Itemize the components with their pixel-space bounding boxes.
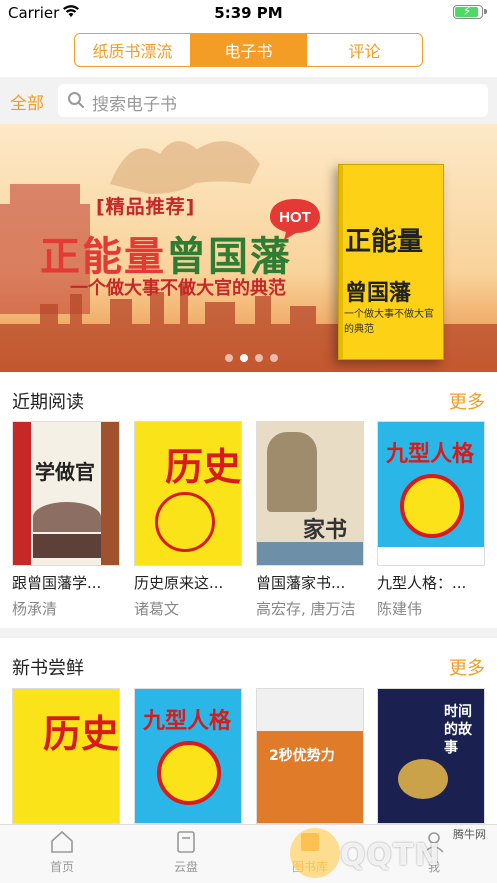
all-category-button[interactable]: 全部 bbox=[10, 89, 44, 114]
section-divider bbox=[0, 628, 497, 638]
book-card[interactable]: 家书 曾国藩家书... 高宏存, 唐万洁 bbox=[256, 421, 364, 619]
segmented-control: 纸质书漂流 电子书 评论 bbox=[74, 33, 423, 67]
book-cover: 九型人格 bbox=[134, 688, 242, 824]
search-input[interactable]: 搜索电子书 bbox=[58, 84, 488, 117]
segment-reviews[interactable]: 评论 bbox=[307, 34, 422, 66]
tab-cloud-disk[interactable]: 云盘 bbox=[146, 829, 226, 875]
book-title: 跟曾国藩学... bbox=[12, 574, 102, 592]
watermark-brand: QQTN bbox=[340, 838, 441, 873]
segment-ebooks[interactable]: 电子书 bbox=[191, 34, 307, 66]
watermark-site: 腾牛网 bbox=[453, 828, 486, 841]
battery-icon: ⚡ bbox=[453, 4, 487, 19]
page-dot[interactable] bbox=[255, 354, 263, 362]
search-row: 全部 搜索电子书 bbox=[0, 77, 497, 124]
cloud-disk-icon bbox=[177, 831, 195, 853]
book-card[interactable]: 历史 历史原来这... 诸葛文 bbox=[134, 421, 242, 619]
book-author: 高宏存, 唐万洁 bbox=[256, 600, 356, 618]
book-cover: 2秒优势力 bbox=[256, 688, 364, 824]
banner-subtitle: 一个做大事不做大官的典范 bbox=[70, 278, 286, 299]
book-cover: 历史 bbox=[134, 421, 242, 566]
clock: 5:39 PM bbox=[214, 4, 283, 22]
page-dot[interactable] bbox=[270, 354, 278, 362]
search-placeholder: 搜索电子书 bbox=[92, 95, 177, 115]
watermark-logo bbox=[290, 828, 340, 878]
recent-reading-header: 近期阅读 更多 bbox=[0, 378, 497, 418]
section-title: 近期阅读 bbox=[12, 392, 84, 413]
banner-book-title: 正能量 bbox=[345, 227, 424, 257]
segment-paper-books[interactable]: 纸质书漂流 bbox=[75, 34, 191, 66]
promo-banner[interactable]: [精品推荐] 正能量曾国藩 一个做大事不做大官的典范 HOT 正能量 曾国藩 一… bbox=[0, 124, 497, 372]
book-author: 陈建伟 bbox=[377, 600, 423, 618]
book-card[interactable]: 九型人格 bbox=[134, 688, 242, 824]
book-cover: 家书 bbox=[256, 421, 364, 566]
book-card[interactable]: 学做官 跟曾国藩学... 杨承清 bbox=[12, 421, 120, 619]
book-cover: 历史 bbox=[12, 688, 120, 824]
hot-badge: HOT bbox=[270, 199, 320, 240]
book-cover: 时间的故事 bbox=[377, 688, 485, 824]
tab-label: 首页 bbox=[49, 860, 74, 874]
hot-badge-label: HOT bbox=[279, 209, 311, 226]
search-icon bbox=[68, 92, 84, 108]
book-title: 曾国藩家书... bbox=[256, 574, 346, 592]
more-button[interactable]: 更多 bbox=[449, 388, 485, 414]
book-card[interactable]: 2秒优势力 bbox=[256, 688, 364, 824]
book-title: 历史原来这... bbox=[134, 574, 224, 592]
banner-page-indicator[interactable] bbox=[225, 354, 278, 362]
book-card[interactable]: 九型人格 九型人格：... 陈建伟 bbox=[377, 421, 485, 619]
banner-book-caption: 一个做大事不做大官的典范 bbox=[344, 309, 434, 335]
page-dot[interactable] bbox=[225, 354, 233, 362]
home-icon bbox=[51, 830, 73, 853]
banner-book-subtitle: 曾国藩 bbox=[345, 281, 412, 306]
book-cover: 学做官 bbox=[12, 421, 120, 566]
banner-tag: [精品推荐] bbox=[96, 196, 196, 218]
more-button[interactable]: 更多 bbox=[449, 654, 485, 680]
new-books-header: 新书尝鲜 更多 bbox=[0, 644, 497, 684]
book-cover: 九型人格 bbox=[377, 421, 485, 566]
page-dot[interactable] bbox=[240, 354, 248, 362]
watermark: QQTN 腾牛网 bbox=[290, 826, 490, 882]
banner-book-cover: 正能量 曾国藩 一个做大事不做大官的典范 bbox=[338, 164, 444, 360]
tab-label: 云盘 bbox=[173, 860, 198, 874]
book-card[interactable]: 历史 bbox=[12, 688, 120, 824]
book-author: 诸葛文 bbox=[134, 600, 180, 618]
section-title: 新书尝鲜 bbox=[12, 658, 84, 679]
status-bar: Carrier 5:39 PM ⚡ bbox=[0, 0, 497, 26]
book-card[interactable]: 时间的故事 bbox=[377, 688, 485, 824]
book-author: 杨承清 bbox=[12, 600, 58, 618]
book-title: 九型人格：... bbox=[377, 574, 467, 592]
tab-home[interactable]: 首页 bbox=[22, 829, 102, 875]
